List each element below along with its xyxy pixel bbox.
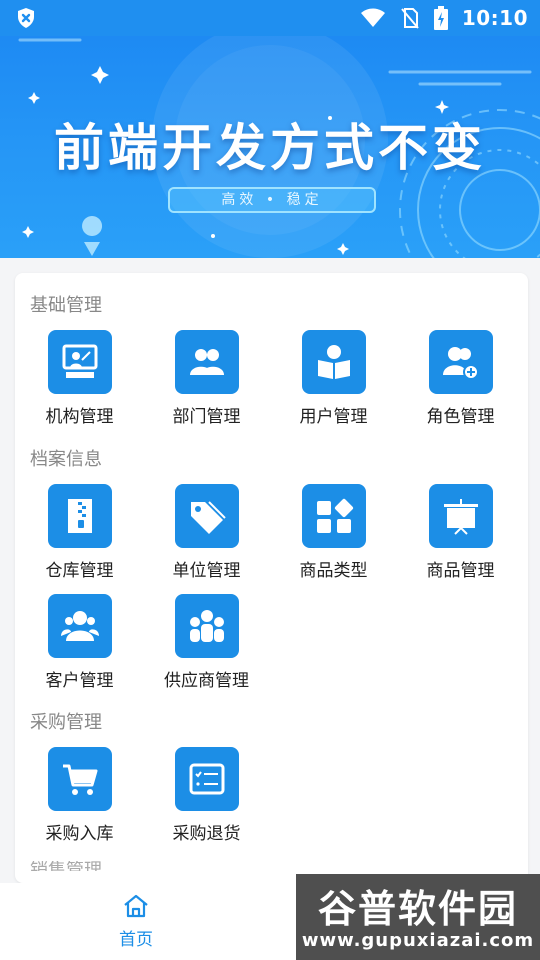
- promo-banner[interactable]: 前端开发方式不变 高效 • 稳定: [0, 0, 540, 258]
- menu-item-label: 角色管理: [426, 407, 495, 427]
- user-book-icon: [317, 345, 350, 379]
- menu-item-label: 供应商管理: [164, 671, 249, 691]
- menu-item-label: 单位管理: [172, 561, 241, 581]
- site-watermark: 谷普软件园 www.gupuxiazai.com: [296, 874, 540, 960]
- section-title-purchase: 采购管理: [30, 712, 102, 733]
- user-add-icon: [442, 347, 479, 380]
- presenter-board-icon: [62, 344, 97, 378]
- menu-item-org[interactable]: 机构管理: [16, 330, 143, 427]
- menu-item-supplier[interactable]: 供应商管理: [143, 594, 270, 691]
- shield-icon: [18, 8, 34, 28]
- return-list-icon: [189, 763, 224, 795]
- menu-item-unit[interactable]: 单位管理: [143, 484, 270, 581]
- menu-item-label: 机构管理: [45, 407, 114, 427]
- section-title-basic: 基础管理: [30, 295, 102, 316]
- tags-icon: [190, 501, 226, 534]
- menu-item-customer[interactable]: 客户管理: [16, 594, 143, 691]
- menu-item-label: 采购入库: [45, 824, 114, 844]
- banner-headline: 前端开发方式不变: [54, 119, 486, 177]
- menu-item-label: 仓库管理: [45, 561, 114, 581]
- menu-item-warehouse[interactable]: 仓库管理: [16, 484, 143, 581]
- home-icon: [124, 894, 148, 918]
- display-board-icon: [443, 499, 478, 535]
- tab-home-label: 首页: [119, 930, 153, 950]
- category-grid-icon: [316, 498, 353, 533]
- menu-card: 基础管理 机构管理 部门管理 用户管理 角色管理 档案信息 仓库管理 单位管理 …: [15, 273, 528, 883]
- menu-item-label: 商品类型: [299, 561, 368, 581]
- menu-item-goods-type[interactable]: 商品类型: [270, 484, 397, 581]
- menu-item-user[interactable]: 用户管理: [270, 330, 397, 427]
- team-people-icon: [189, 349, 224, 375]
- menu-item-role[interactable]: 角色管理: [397, 330, 524, 427]
- menu-item-label: 部门管理: [172, 407, 241, 427]
- menu-item-label: 商品管理: [426, 561, 495, 581]
- menu-item-label: 采购退货: [172, 824, 241, 844]
- menu-item-label: 用户管理: [299, 407, 368, 427]
- status-time: 10:10: [461, 6, 528, 30]
- watermark-title: 谷普软件园: [317, 887, 518, 931]
- suppliers-group-icon: [189, 610, 224, 642]
- menu-item-purchase-return[interactable]: 采购退货: [143, 747, 270, 844]
- menu-item-dept[interactable]: 部门管理: [143, 330, 270, 427]
- menu-item-purchase-in[interactable]: 采购入库: [16, 747, 143, 844]
- menu-item-goods[interactable]: 商品管理: [397, 484, 524, 581]
- cart-icon: [62, 764, 97, 795]
- watermark-url: www.gupuxiazai.com: [301, 930, 535, 951]
- tab-home[interactable]: 首页: [96, 893, 176, 950]
- section-title-archive: 档案信息: [30, 449, 102, 470]
- section-title-sales-partial: 销售管理: [30, 861, 102, 871]
- wifi-icon: [360, 8, 385, 27]
- status-bar: 10:10: [0, 0, 540, 36]
- menu-item-label: 客户管理: [45, 671, 114, 691]
- no-sim-icon: [401, 8, 419, 29]
- battery-charging-icon: [433, 6, 448, 30]
- zip-archive-icon: [67, 499, 92, 533]
- banner-tagline: 高效 • 稳定: [168, 187, 376, 213]
- customers-icon: [60, 611, 99, 641]
